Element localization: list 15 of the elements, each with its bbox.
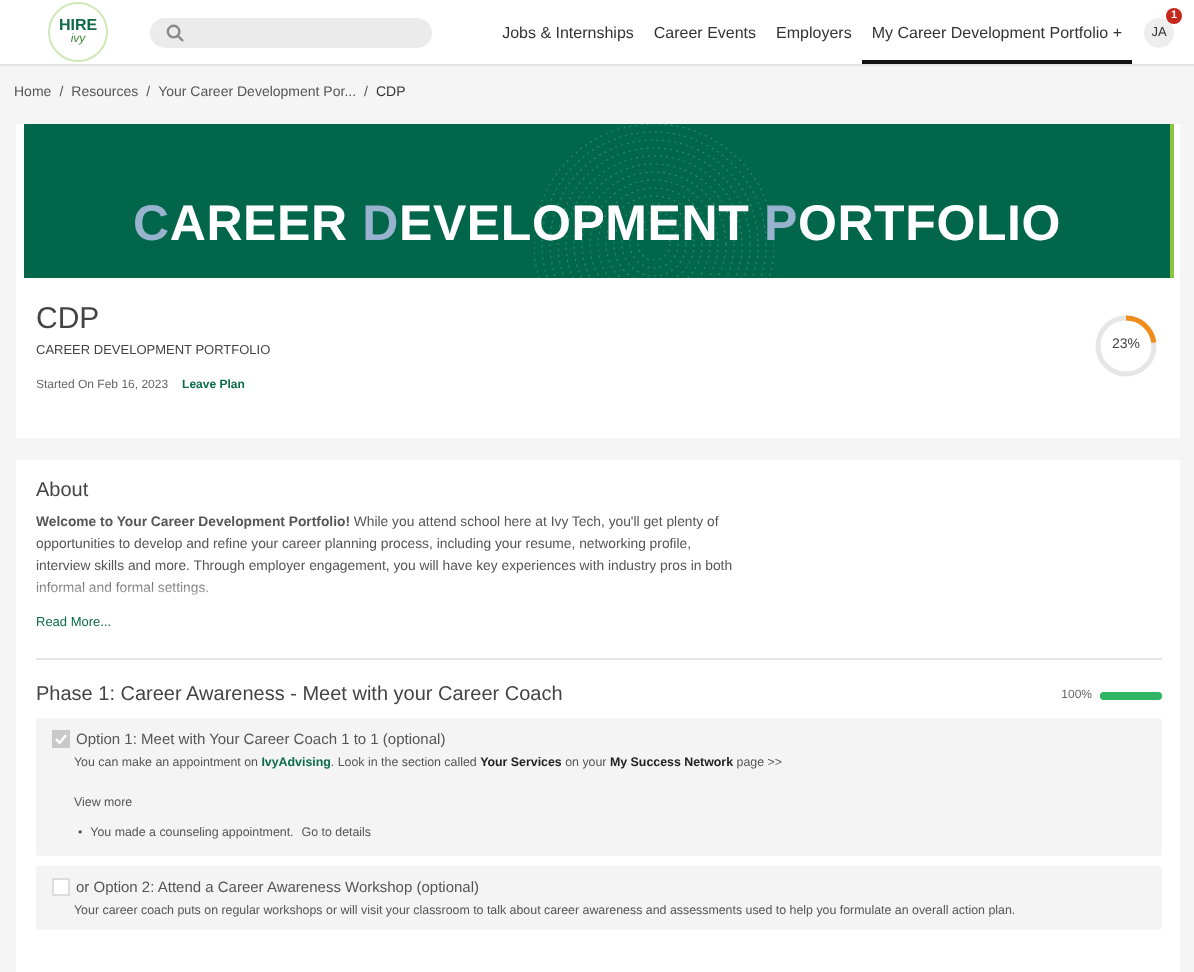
section-heading: About	[36, 480, 91, 502]
checkbox[interactable]	[52, 878, 70, 896]
search-field[interactable]	[150, 17, 432, 47]
checkbox[interactable]	[52, 730, 70, 748]
phase-title: Phase 1: Career Awareness - Meet with your Career Coach	[36, 684, 565, 706]
nav-tab[interactable]: Employers	[766, 4, 862, 64]
banner-title: CAREER DEVELOPMENT PORTFOLIO	[132, 196, 1062, 252]
logo-text: HIRE	[58, 17, 98, 33]
plan-title: CDP	[36, 302, 102, 338]
search-icon	[166, 23, 184, 41]
progress-bar	[1100, 691, 1162, 699]
check-icon	[54, 732, 68, 746]
nav-tab[interactable]: Career Events	[643, 4, 767, 64]
nav-tab[interactable]: Jobs & Internships	[492, 4, 644, 64]
nav-tab[interactable]: My Career Development Portfolio +	[861, 4, 1132, 64]
